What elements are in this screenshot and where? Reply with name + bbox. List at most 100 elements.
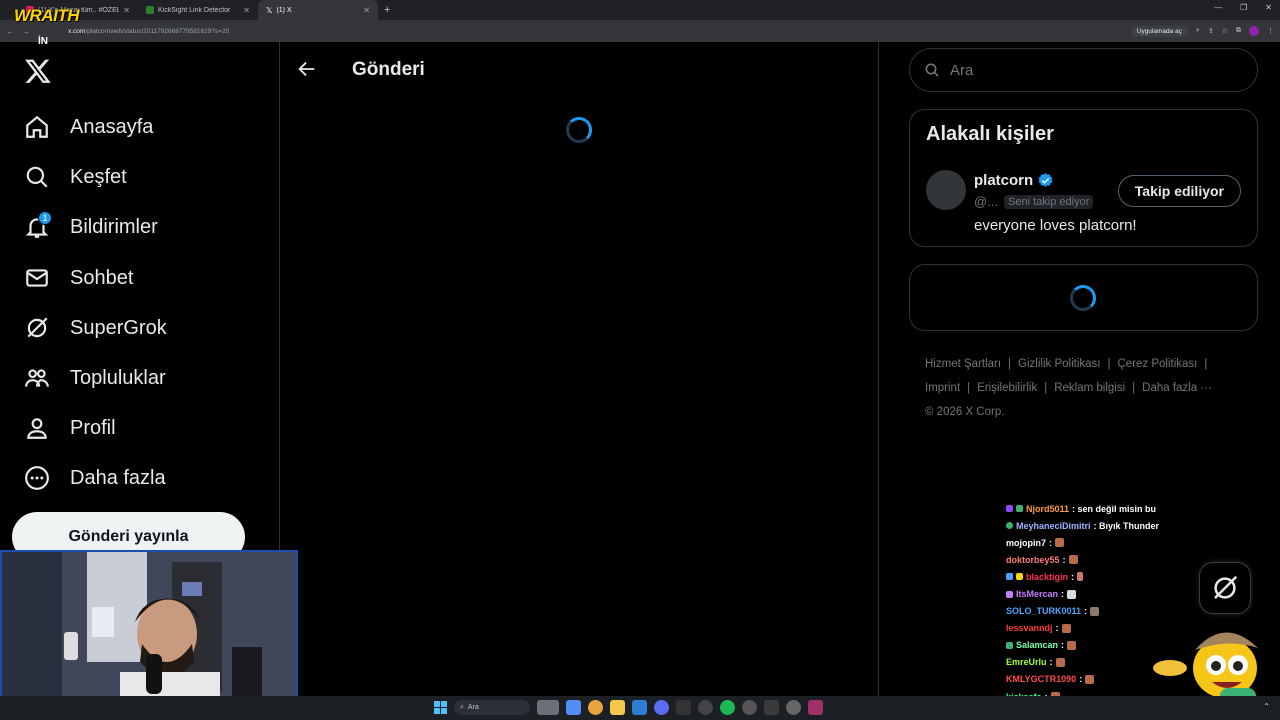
file-explorer-icon[interactable] [610, 700, 625, 715]
footer-link[interactable]: Reklam bilgisi [1054, 382, 1125, 394]
chat-username: mojopin7 [1006, 537, 1046, 548]
sidebar-item-notifications[interactable]: 1 Bildirimler [24, 209, 158, 245]
footer-link[interactable]: Çerez Politikası [1117, 358, 1197, 370]
chat-line: MeyhaneciDimitri: Bıyık Thunder [1006, 517, 1196, 534]
open-in-app-button[interactable]: Uygulamada aç [1130, 25, 1188, 37]
browser-tab-2[interactable]: KickSight Link Detector ✕ [138, 0, 258, 20]
chat-badge-icon [1016, 505, 1023, 513]
footer-link[interactable]: Imprint [925, 382, 960, 394]
forward-nav-icon[interactable]: → [22, 27, 30, 36]
back-arrow-icon[interactable] [296, 58, 318, 80]
taskbar-center: ⌕ Ara [434, 700, 823, 715]
chat-message: : [1049, 537, 1052, 548]
menu-dots-icon[interactable]: ⋮ [1267, 27, 1274, 35]
person-name-row[interactable]: platcorn [974, 172, 1054, 189]
chrome-icon[interactable] [588, 700, 603, 715]
card-title: Alakalı kişiler [926, 123, 1054, 145]
handle-row: @... Seni takip ediyor [974, 194, 1094, 209]
grok-icon [1214, 575, 1238, 599]
footer-link[interactable]: Daha fazla ··· [1142, 382, 1212, 394]
chat-message: : [1055, 623, 1059, 634]
browser-tab-3[interactable]: 𝕏 (1) X ✕ [258, 0, 378, 20]
footer-row-1: Hizmet Şartları | Gizlilik Politikası | Çere… [925, 352, 1245, 376]
tab-close-icon[interactable]: ✕ [243, 6, 250, 15]
footer-row-2: Imprint | Erişilebilirlik | Reklam bilgisi | D… [925, 376, 1245, 400]
sidebar-item-label: SuperGrok [70, 316, 167, 339]
copyright: © 2026 X Corp. [925, 406, 1005, 418]
bookmark-star-icon[interactable]: ☆ [1222, 27, 1228, 35]
chat-message: : [1061, 640, 1065, 651]
sidebar-item-supergrok[interactable]: SuperGrok [24, 310, 167, 346]
chat-line: mojopin7: [1006, 534, 1196, 551]
search-box[interactable] [909, 48, 1258, 92]
chat-badge-icon [1006, 590, 1013, 598]
search-input[interactable] [950, 61, 1230, 79]
app-icon[interactable] [632, 700, 647, 715]
tab-close-icon[interactable]: ✕ [363, 6, 370, 15]
x-logo-icon[interactable] [24, 57, 52, 85]
app-icon[interactable] [676, 700, 691, 715]
url-field[interactable]: x.com/platcornweb/status/201179266877958… [68, 28, 1123, 35]
app-icon[interactable] [698, 700, 713, 715]
chat-message: : Bıyık Thunder [1093, 520, 1160, 531]
chat-line: doktorbey55: [1006, 551, 1196, 568]
footer-link[interactable]: Hizmet Şartları [925, 358, 1001, 370]
person-handle: @... [974, 194, 999, 209]
chat-emote-icon [1068, 555, 1078, 565]
sidebar-item-profile[interactable]: Profil [24, 410, 116, 446]
back-nav-icon[interactable]: ← [6, 27, 14, 36]
following-button[interactable]: Takip ediliyor [1117, 175, 1241, 207]
sidebar-item-communities[interactable]: Topluluklar [24, 360, 166, 396]
chat-message: : [1079, 674, 1083, 685]
chat-message: : [1084, 606, 1088, 617]
loading-spinner [566, 117, 592, 143]
sidebar-item-label: Keşfet [70, 165, 127, 188]
chat-badge-icon [1006, 505, 1013, 513]
more-icon [25, 466, 49, 490]
browser-tabbar: (1) X'e Mesaj tüm.. #ÖZEL ✕ KickSight Li… [0, 0, 1280, 20]
sidebar-item-more[interactable]: Daha fazla [24, 460, 166, 496]
chat-message: : [1062, 554, 1066, 565]
stream-overlay-logo: WRAITH [14, 6, 79, 25]
person-name: platcorn [974, 172, 1034, 189]
os-taskbar: ⌕ Ara ⌃ [0, 696, 1280, 720]
chat-emote-icon [1055, 657, 1065, 667]
app-icon[interactable] [808, 700, 823, 715]
share-icon[interactable]: ⇪ [1208, 27, 1214, 35]
widget-icon[interactable] [537, 700, 559, 715]
taskbar-search[interactable]: ⌕ Ara [454, 700, 530, 715]
maximize-icon[interactable]: ❐ [1240, 3, 1247, 12]
footer-link[interactable]: Gizlilik Politikası [1018, 358, 1100, 370]
grok-floating-button[interactable] [1199, 562, 1251, 614]
tab-close-icon[interactable]: ✕ [123, 6, 130, 15]
sidebar-item-chat[interactable]: Sohbet [24, 260, 133, 296]
new-tab-button[interactable]: + [384, 4, 390, 16]
sidebar-item-home[interactable]: Anasayfa [24, 109, 153, 145]
minimize-icon[interactable]: — [1214, 3, 1222, 12]
zoom-icon[interactable]: ⌕ [1196, 27, 1200, 35]
avatar[interactable] [926, 170, 966, 210]
search-icon [925, 63, 939, 77]
chat-username: blacktigin [1026, 571, 1069, 582]
spotify-icon[interactable] [720, 700, 735, 715]
app-icon[interactable] [786, 700, 801, 715]
windows-start-icon[interactable] [434, 701, 447, 714]
app-icon[interactable] [742, 700, 757, 715]
chat-message: : [1049, 657, 1053, 668]
close-window-icon[interactable]: ✕ [1265, 3, 1272, 12]
chat-username: MeyhaneciDimitri [1016, 520, 1091, 531]
discord-icon[interactable] [654, 700, 669, 715]
sidebar-item-explore[interactable]: Keşfet [24, 159, 127, 195]
chat-message: : [1071, 571, 1075, 582]
tray-chevron-icon[interactable]: ⌃ [1263, 702, 1270, 711]
footer-links: Hizmet Şartları | Gizlilik Politikası | Çere… [925, 352, 1245, 424]
app-icon[interactable] [566, 700, 581, 715]
profile-icon [27, 418, 47, 439]
profile-avatar-icon[interactable] [1249, 26, 1259, 36]
footer-link[interactable]: Erişilebilirlik [977, 382, 1037, 394]
tab-title: KickSight Link Detector [158, 6, 231, 14]
main-header: Gönderi [280, 42, 878, 98]
extensions-icon[interactable]: ⧉ [1236, 27, 1241, 35]
app-icon[interactable] [764, 700, 779, 715]
sidebar-item-label: Profil [70, 416, 116, 439]
